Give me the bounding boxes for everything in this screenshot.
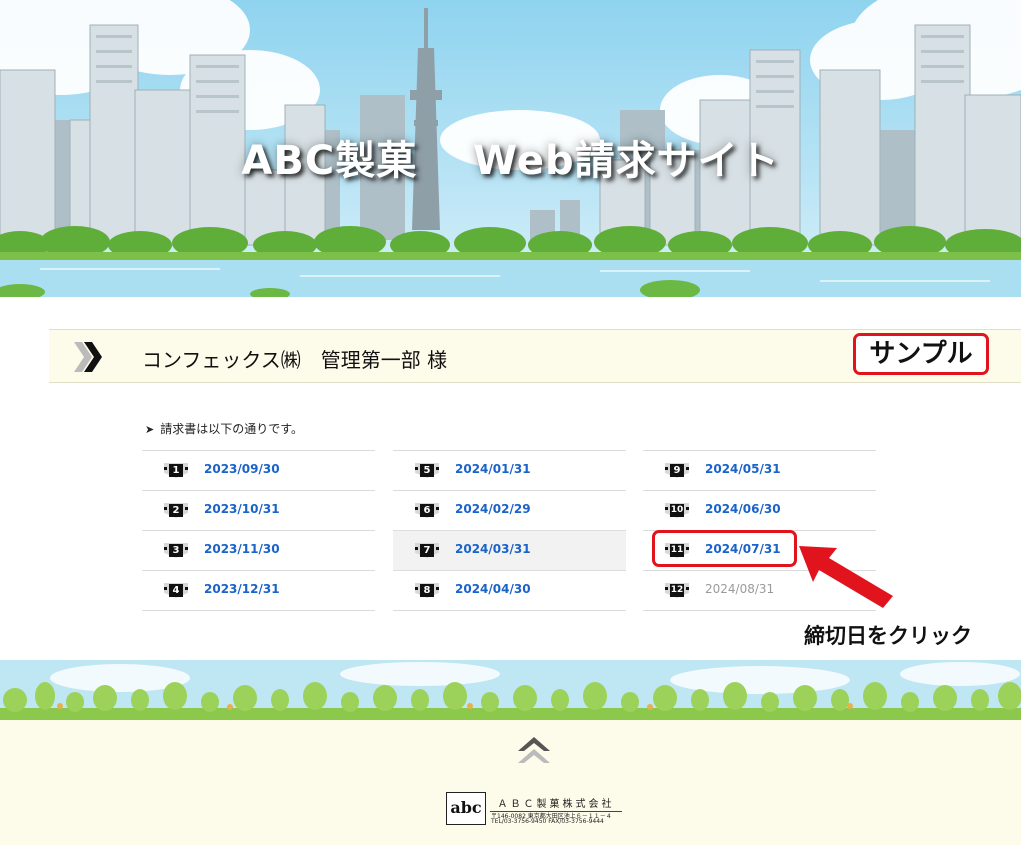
invoice-date-link[interactable]: 2023/10/31	[204, 502, 280, 516]
invoice-row: 5 2024/01/31	[393, 450, 626, 491]
company-logo: abc	[446, 792, 486, 825]
invoice-date-link[interactable]: 2023/11/30	[204, 542, 280, 556]
invoice-row: 2 2023/10/31	[142, 491, 375, 531]
invoice-date-link[interactable]: 2023/09/30	[204, 462, 280, 476]
number-badge-icon: 2	[164, 503, 188, 518]
number-badge-icon: 1	[164, 463, 188, 478]
invoice-date-link[interactable]: 2024/02/29	[455, 502, 531, 516]
customer-bar: コンフェックス㈱ 管理第一部 様 サンプル	[49, 329, 1021, 383]
customer-name: コンフェックス㈱ 管理第一部 様	[142, 348, 448, 372]
invoice-intro: ➤ 請求書は以下の通りです。	[145, 420, 303, 437]
invoice-column-1: 1 2023/09/30 2 2023/10/31 3 2023/11/30 4…	[142, 450, 375, 611]
site-title: ABC製菓 Web請求サイト	[241, 138, 780, 184]
red-arrow-icon	[799, 546, 893, 608]
number-badge-icon: 4	[164, 583, 188, 598]
invoice-row: 9 2024/05/31	[643, 450, 876, 491]
highlight-box	[652, 530, 797, 567]
invoice-row: 4 2023/12/31	[142, 571, 375, 611]
invoice-date-link[interactable]: 2024/01/31	[455, 462, 531, 476]
invoice-date-link[interactable]: 2024/03/31	[455, 542, 531, 556]
invoice-row: 10 2024/06/30	[643, 491, 876, 531]
invoice-date-link[interactable]: 2023/12/31	[204, 582, 280, 596]
number-badge-icon: 10	[665, 503, 689, 518]
company-name: ＡＢＣ製菓株式会社	[490, 795, 622, 812]
footer: abc ＡＢＣ製菓株式会社 〒146-0082 東京都大田区池上６－１１－４ T…	[0, 660, 1021, 845]
number-badge-icon: 7	[415, 543, 439, 558]
bullet-arrow-icon: ➤	[145, 423, 155, 436]
company-contact: TEL/03-3756-9450 FAX/03-3756-9444	[491, 818, 604, 825]
number-badge-icon: 9	[665, 463, 689, 478]
invoice-date-link[interactable]: 2024/05/31	[705, 462, 781, 476]
invoice-date-text: 2024/08/31	[705, 582, 775, 596]
invoice-date-link[interactable]: 2024/04/30	[455, 582, 531, 596]
double-chevron-right-icon	[74, 342, 102, 372]
invoice-column-2: 5 2024/01/31 6 2024/02/29 7 2024/03/31 8…	[393, 450, 626, 611]
intro-text: 請求書は以下の通りです。	[160, 422, 304, 436]
invoice-row: 6 2024/02/29	[393, 491, 626, 531]
annotation-text: 締切日をクリック	[804, 624, 972, 648]
back-to-top-icon[interactable]	[516, 733, 552, 769]
header-banner: ABC製菓 Web請求サイト	[0, 0, 1021, 297]
invoice-row: 8 2024/04/30	[393, 571, 626, 611]
invoice-row: 3 2023/11/30	[142, 531, 375, 571]
sample-stamp: サンプル	[853, 333, 989, 375]
number-badge-icon: 6	[415, 503, 439, 518]
invoice-date-link[interactable]: 2024/06/30	[705, 502, 781, 516]
number-badge-icon: 12	[665, 583, 689, 598]
invoice-row: 1 2023/09/30	[142, 450, 375, 491]
number-badge-icon: 3	[164, 543, 188, 558]
number-badge-icon: 8	[415, 583, 439, 598]
footer-landscape-strip	[0, 660, 1021, 720]
invoice-row: 7 2024/03/31	[393, 531, 626, 571]
number-badge-icon: 5	[415, 463, 439, 478]
